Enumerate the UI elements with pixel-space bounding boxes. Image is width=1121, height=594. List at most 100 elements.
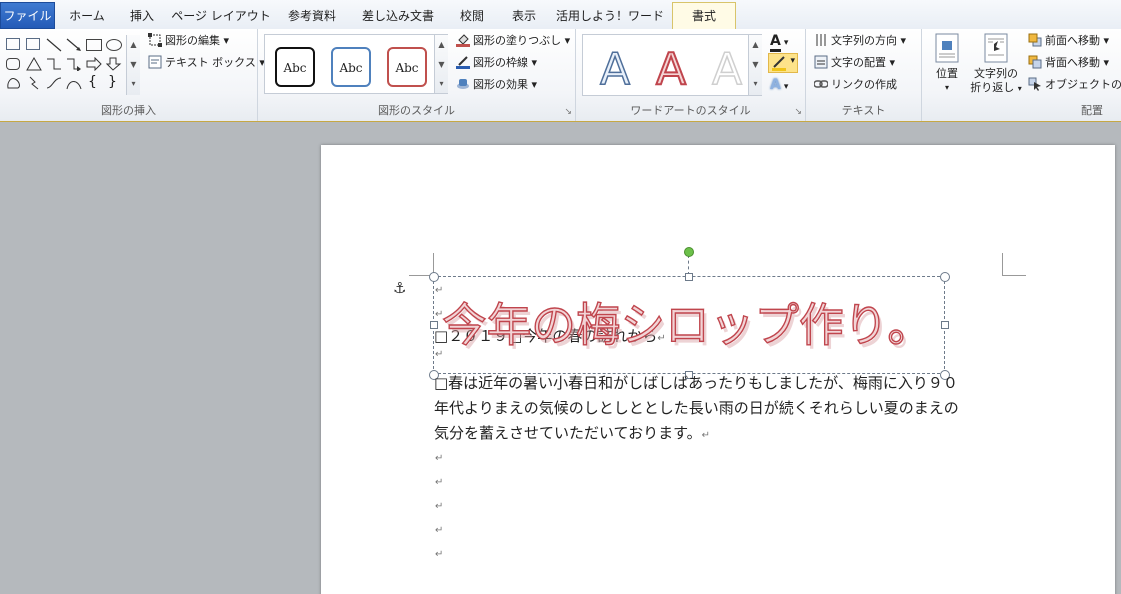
scroll-down-icon[interactable]: ▼ [749,55,762,75]
wordart-style-red[interactable]: A [647,41,695,89]
wrap-text-button[interactable]: 文字列の 折り返し ▾ [970,33,1022,96]
scroll-up-icon[interactable]: ▲ [127,35,140,55]
wordart-style-blue[interactable]: A [591,41,639,89]
text-box-button[interactable]: テキスト ボックス ▾ [148,55,265,71]
left-brace-shape-icon[interactable]: { [88,74,97,90]
shape-style-black[interactable]: Abc [275,47,315,87]
word-window: ファイル ホーム 挿入 ページ レイアウト 参考資料 差し込み文書 校閲 表示 … [0,0,1121,594]
shapes-gallery[interactable]: { } [4,35,140,99]
tab-references[interactable]: 参考資料 [276,3,348,29]
text-effects-a-icon: A [770,77,781,93]
align-text-label: 文字の配置 [831,56,886,69]
right-brace-shape-icon[interactable]: } [108,74,117,90]
text-fill-button[interactable]: A ▾ [770,33,800,52]
vertical-textbox-shape-icon[interactable] [26,38,40,50]
text-effects-button[interactable]: A ▾ [770,77,800,95]
shape-fill-button[interactable]: 図形の塗りつぶし ▾ [456,33,570,49]
tab-mailings[interactable]: 差し込み文書 [352,3,444,29]
dropdown-arrow-icon: ▾ [1103,56,1110,69]
elbow-arrow-connector-icon[interactable] [66,57,82,71]
line-shape-icon[interactable] [46,38,62,52]
paragraph-mark: ↵ [435,285,444,296]
dropdown-arrow-icon: ▾ [531,78,538,91]
tab-format[interactable]: 書式 [672,2,736,29]
position-button[interactable]: 位置 ▾ [930,33,964,95]
resize-handle-top[interactable] [685,273,693,281]
shape-style-gallery-scroll[interactable]: ▲ ▼ ▾ [434,35,448,93]
freeform-shape-icon[interactable] [6,76,22,90]
tab-view[interactable]: 表示 [500,3,548,29]
paint-bucket-icon [456,34,470,47]
tab-katsuyou-word[interactable]: 活用しよう！ワード [552,3,668,29]
right-arrow-shape-icon[interactable] [86,57,102,71]
document-para-2-line-1[interactable]: □春は近年の暑い小春日和がしばしばあったりもしましたが、梅雨に入り９０ [434,371,958,396]
triangle-shape-icon[interactable] [26,57,42,71]
wordart-title[interactable]: 今年の梅シロップ作り。 [441,297,932,352]
bring-forward-label: 前面へ移動 [1045,34,1100,47]
tab-file[interactable]: ファイル [0,2,55,29]
svg-text:A: A [656,44,686,89]
shape-outline-button[interactable]: 図形の枠線 ▾ [456,55,537,71]
dialog-launcher-icon[interactable]: ↘ [564,107,572,117]
down-arrow-shape-icon[interactable] [106,57,122,71]
arc-shape-icon[interactable] [66,76,82,90]
text-outline-button[interactable]: ▾ [768,53,798,73]
resize-handle-top-right[interactable] [940,272,950,282]
wordart-textbox[interactable]: 今年の梅シロップ作り。 今年の梅シロップ作り。 [433,276,945,374]
group-label-text: テキスト [841,104,886,117]
shape-style-red[interactable]: Abc [387,47,427,87]
tab-home[interactable]: ホーム [59,3,115,29]
edit-shape-button[interactable]: 図形の編集 ▾ [148,33,229,49]
dropdown-arrow-icon: ▾ [1017,84,1022,93]
scroll-up-icon[interactable]: ▲ [435,35,448,55]
scroll-down-icon[interactable]: ▼ [435,55,448,75]
send-backward-button[interactable]: 背面へ移動 ▾ [1028,55,1109,71]
shape-style-blue[interactable]: Abc [331,47,371,87]
resize-handle-left[interactable] [430,321,438,329]
document-para-2-line-3[interactable]: 気分を蓄えさせていただいております。↵ [434,421,710,448]
shape-effects-button[interactable]: 図形の効果 ▾ [456,77,537,93]
rounded-rect-shape-icon[interactable] [6,58,20,70]
bring-forward-button[interactable]: 前面へ移動 ▾ [1028,33,1109,49]
anchor-icon: ⚓ [393,279,407,297]
tab-insert[interactable]: 挿入 [118,3,166,29]
wordart-style-outline[interactable]: A [703,41,751,89]
paragraph-mark: ↵ [435,309,444,320]
selection-pane-button[interactable]: オブジェクトの選 [1028,77,1121,93]
scroll-up-icon[interactable]: ▲ [749,35,762,55]
wrap-text-label-line1: 文字列の [974,67,1018,80]
arrow-line-shape-icon[interactable] [66,38,82,52]
create-link-button[interactable]: リンクの作成 [814,77,897,93]
align-text-button[interactable]: 文字の配置 ▾ [814,55,895,71]
dialog-launcher-icon[interactable]: ↘ [794,107,802,117]
text-direction-button[interactable]: 文字列の方向 ▾ [814,33,906,49]
gallery-more-icon[interactable]: ▾ [749,75,762,93]
document-area[interactable]: ⚓ □２０１９□今年の春の訪れから↵ 今年の梅シロップ作り。 今年の梅シロップ作… [0,122,1121,594]
group-text: 文字列の方向 ▾ 文字の配置 ▾ リンクの作成 テキスト [806,29,922,121]
gallery-more-icon[interactable]: ▾ [435,75,448,93]
shapes-gallery-scroll[interactable]: ▲ ▼ ▾ [126,35,140,95]
curve-connector-icon[interactable] [46,76,62,90]
group-label-shape-styles: 図形のスタイル [378,104,455,117]
rectangle-shape-icon[interactable] [86,39,102,51]
dropdown-arrow-icon: ▾ [900,34,907,47]
document-para-2-line-3-text: 気分を蓄えさせていただいております。 [434,424,702,442]
scroll-down-icon[interactable]: ▼ [127,55,140,75]
textbox-shape-icon[interactable] [6,38,20,50]
selection-pane-label: オブジェクトの選 [1045,78,1121,91]
resize-handle-right[interactable] [941,321,949,329]
tab-page-layout[interactable]: ページ レイアウト [170,3,272,29]
elbow-connector-icon[interactable] [46,57,62,71]
wordart-gallery-scroll[interactable]: ▲ ▼ ▾ [748,35,762,95]
lightning-shape-icon[interactable] [26,76,42,90]
rotation-handle[interactable] [684,247,694,257]
oval-shape-icon[interactable] [106,39,122,51]
resize-handle-top-left[interactable] [429,272,439,282]
gallery-more-icon[interactable]: ▾ [127,75,140,93]
document-page[interactable]: ⚓ □２０１９□今年の春の訪れから↵ 今年の梅シロップ作り。 今年の梅シロップ作… [321,145,1115,594]
dropdown-arrow-icon: ▾ [223,34,230,47]
dropdown-arrow-icon: ▾ [783,82,789,92]
document-para-2-line-2[interactable]: 年代よりまえの気候のしとしととした長い雨の日が続くそれらしい夏のまえの [434,396,959,421]
tab-review[interactable]: 校閲 [448,3,496,29]
paragraph-mark: ↵ [435,525,444,536]
